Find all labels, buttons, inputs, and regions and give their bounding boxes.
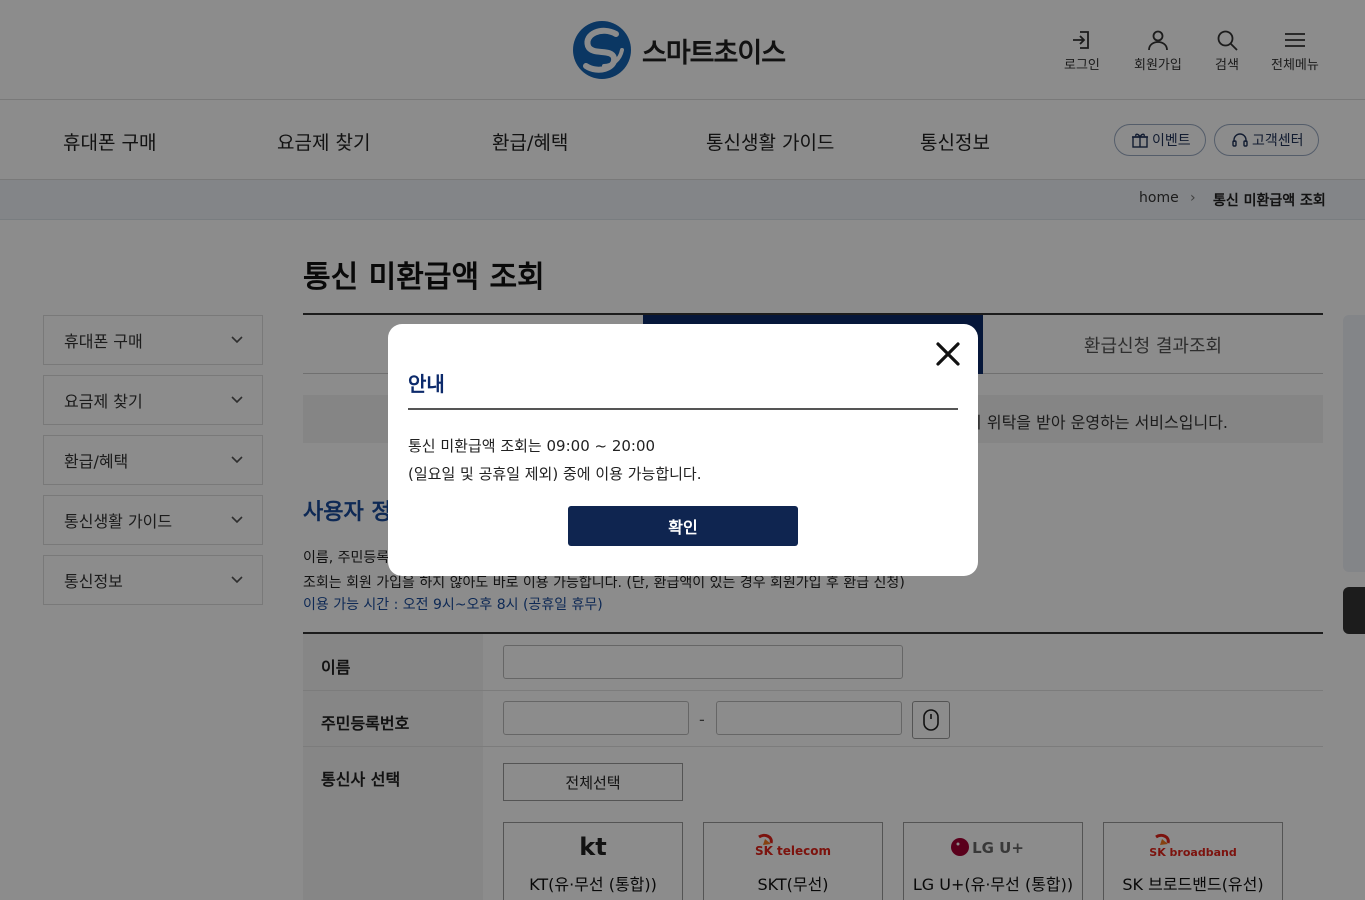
modal-message: 통신 미환급액 조회는 09:00 ~ 20:00 — [408, 437, 656, 455]
confirm-button[interactable]: 확인 — [568, 506, 798, 546]
modal-title: 안내 — [408, 372, 445, 396]
modal-divider — [408, 408, 958, 410]
close-icon[interactable] — [934, 340, 962, 368]
notice-modal: 안내 통신 미환급액 조회는 09:00 ~ 20:00 (일요일 및 공휴일 … — [388, 324, 978, 576]
modal-message: (일요일 및 공휴일 제외) 중에 이용 가능합니다. — [408, 465, 702, 483]
